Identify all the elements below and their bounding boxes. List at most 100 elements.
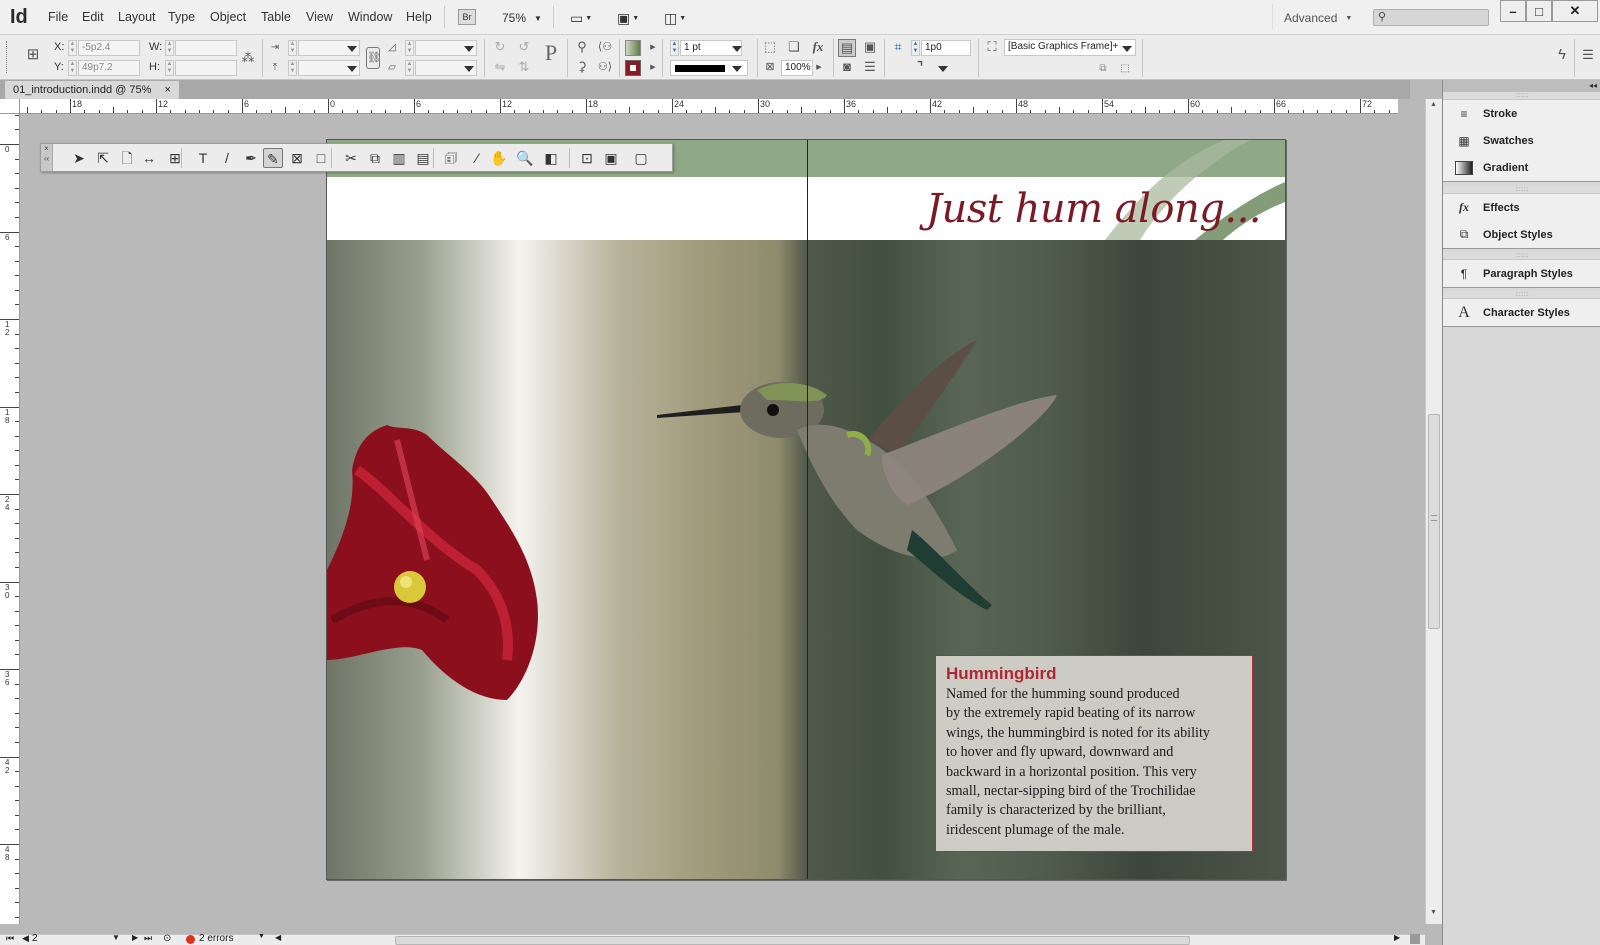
shear-stepper[interactable]: ▲ ▼ (405, 60, 414, 76)
selection-tool[interactable]: ➤ (69, 148, 89, 168)
vertical-scrollbar[interactable]: ▲ ▼ (1425, 99, 1442, 924)
headline[interactable]: Just hum along... (926, 186, 1262, 232)
chevron-down-icon[interactable] (347, 66, 357, 72)
zoom-tool[interactable]: 🔍 (515, 148, 535, 168)
view-options-button[interactable]: ▭ ▼ (570, 8, 592, 28)
caption-text-frame[interactable]: Hummingbird Named for the humming sound … (935, 655, 1253, 852)
scale-x-stepper[interactable]: ▲ ▼ (288, 40, 297, 56)
preflight-status[interactable]: 2 errors (199, 933, 233, 944)
open-page-icon[interactable]: ⊙ (163, 933, 171, 944)
height-field[interactable] (175, 60, 237, 76)
tools-panel-grip[interactable]: × ‹‹ (41, 144, 53, 171)
gradient-feather-tool[interactable]: ▤ (413, 148, 433, 168)
horizontal-ruler[interactable]: 18 12 6 0 6 12 18 24 30 36 42 48 54 60 66 72 (0, 99, 1398, 114)
y-stepper[interactable]: ▲ ▼ (68, 60, 77, 76)
flip-vertical-icon[interactable]: ⇅ (516, 59, 532, 75)
text-wrap-none-icon[interactable]: ▤ (838, 39, 856, 57)
panel-item-character-styles[interactable]: A Character Styles (1443, 299, 1600, 326)
menu-object[interactable]: Object (210, 10, 246, 24)
select-container-icon[interactable]: ⚲ (574, 39, 590, 55)
normal-view-mode[interactable]: ▣ (601, 148, 621, 168)
drop-shadow-options-icon[interactable]: ⬚ (762, 39, 778, 55)
chevron-down-icon[interactable] (732, 66, 742, 72)
direct-selection-tool[interactable]: ⇱ (93, 148, 113, 168)
minimize-button[interactable]: – (1500, 0, 1526, 22)
menu-window[interactable]: Window (348, 10, 392, 24)
scale-y-stepper[interactable]: ▲ ▼ (288, 60, 297, 76)
select-next-object-icon[interactable]: ⚇⟩ (596, 59, 614, 75)
jump-object-icon[interactable]: ☰ (862, 59, 878, 75)
offset-field[interactable]: 1p0 (921, 40, 971, 56)
line-tool[interactable]: / (217, 148, 237, 168)
select-previous-object-icon[interactable]: ⟨⚇ (596, 39, 614, 55)
chevron-down-icon[interactable] (464, 46, 474, 52)
panel-group-grip[interactable]: :::::::: (1443, 291, 1600, 299)
offset-stepper[interactable]: ▲ ▼ (911, 40, 920, 56)
panel-item-effects[interactable]: fx Effects (1443, 194, 1600, 221)
rotation-stepper[interactable]: ▲ ▼ (405, 40, 414, 56)
panel-item-paragraph-styles[interactable]: ¶ Paragraph Styles (1443, 260, 1600, 287)
chevron-down-icon[interactable] (347, 46, 357, 52)
w-stepper[interactable]: ▲ ▼ (165, 40, 174, 56)
chevron-down-icon[interactable]: ▼ (258, 933, 265, 940)
menu-table[interactable]: Table (261, 10, 291, 24)
pencil-tool[interactable]: ✎ (263, 148, 283, 168)
close-tab-icon[interactable]: × (164, 84, 170, 96)
reference-point-icon[interactable]: ⊞ (24, 47, 42, 63)
rotate-cw-icon[interactable]: ↻ (492, 39, 508, 55)
document-tab[interactable]: 01_introduction.indd @ 75% × (5, 81, 179, 99)
rectangle-tool[interactable]: □ (311, 148, 331, 168)
previous-page-icon[interactable]: ◀ (22, 933, 29, 944)
menu-help[interactable]: Help (406, 10, 432, 24)
vertical-ruler[interactable]: 061 21 82 43 03 64 24 85 (0, 114, 20, 924)
content-collector-tool[interactable]: ⊞ (165, 148, 185, 168)
text-frame-p-icon[interactable]: P (540, 42, 562, 64)
next-page-icon[interactable]: ▶ (132, 933, 138, 942)
scroll-up-icon[interactable]: ▲ (1430, 101, 1437, 108)
note-tool[interactable]: 🗊 (441, 148, 461, 168)
rectangle-frame-tool[interactable]: ⊠ (287, 148, 307, 168)
zoom-level-dropdown[interactable]: 75% ▼ (502, 8, 542, 28)
constrain-scale-icon[interactable]: ⛓ (366, 47, 381, 69)
page-tool[interactable]: 🗋 (117, 148, 137, 168)
fill-swatch[interactable] (625, 40, 641, 56)
panel-group-grip[interactable]: :::::::: (1443, 92, 1600, 100)
menu-type[interactable]: Type (168, 10, 195, 24)
screen-mode[interactable]: ▢ (631, 148, 651, 168)
page-spread[interactable]: Just hum along... Hummingbird Named for … (326, 139, 1286, 880)
panel-item-gradient[interactable]: ▭ Gradient (1443, 154, 1600, 181)
first-page-icon[interactable]: ⏮ (6, 933, 14, 944)
chevron-down-icon[interactable] (1122, 46, 1132, 52)
type-tool[interactable]: T (193, 148, 213, 168)
wrap-bounding-box-icon[interactable]: ▣ (862, 39, 878, 55)
menu-view[interactable]: View (306, 10, 333, 24)
rotate-ccw-icon[interactable]: ↺ (516, 39, 532, 55)
bridge-button[interactable]: Br (458, 9, 476, 25)
last-page-icon[interactable]: ⏭ (144, 933, 152, 944)
stroke-swatch[interactable] (625, 60, 641, 76)
panel-group-grip[interactable]: :::::::: (1443, 252, 1600, 260)
corner-shape-icon[interactable]: ⌝ (912, 59, 928, 75)
menu-edit[interactable]: Edit (82, 10, 104, 24)
h-stepper[interactable]: ▲ ▼ (165, 60, 174, 76)
hand-tool[interactable]: ✋ (489, 148, 509, 168)
drop-shadow-icon[interactable]: ❏ (786, 39, 802, 55)
panel-item-swatches[interactable]: ▦ Swatches (1443, 127, 1600, 154)
scroll-left-icon[interactable]: ◀ (275, 933, 281, 942)
ruler-origin[interactable] (0, 99, 20, 114)
eyedropper-tool[interactable]: ⁄ (467, 148, 487, 168)
scroll-down-icon[interactable]: ▼ (1430, 909, 1437, 916)
select-content-icon[interactable]: ⚳ (574, 59, 590, 75)
chevron-right-icon[interactable]: ▶ (815, 60, 823, 76)
opacity-field[interactable]: 100% (781, 60, 813, 76)
y-position-field[interactable]: 49p7.2 (78, 60, 140, 76)
scissors-tool[interactable]: ✂ (341, 148, 361, 168)
panel-item-stroke[interactable]: ≡ Stroke (1443, 100, 1600, 127)
chevron-down-icon[interactable] (732, 46, 742, 52)
stroke-weight-stepper[interactable]: ▲ ▼ (670, 40, 679, 56)
chevron-right-icon[interactable]: ▶ (649, 60, 657, 76)
flip-horizontal-icon[interactable]: ⇋ (492, 59, 508, 75)
panel-menu-icon[interactable]: ☰ (1580, 47, 1596, 63)
lightning-icon[interactable]: ϟ (1555, 47, 1569, 63)
chevron-right-icon[interactable]: ▶ (649, 40, 657, 56)
